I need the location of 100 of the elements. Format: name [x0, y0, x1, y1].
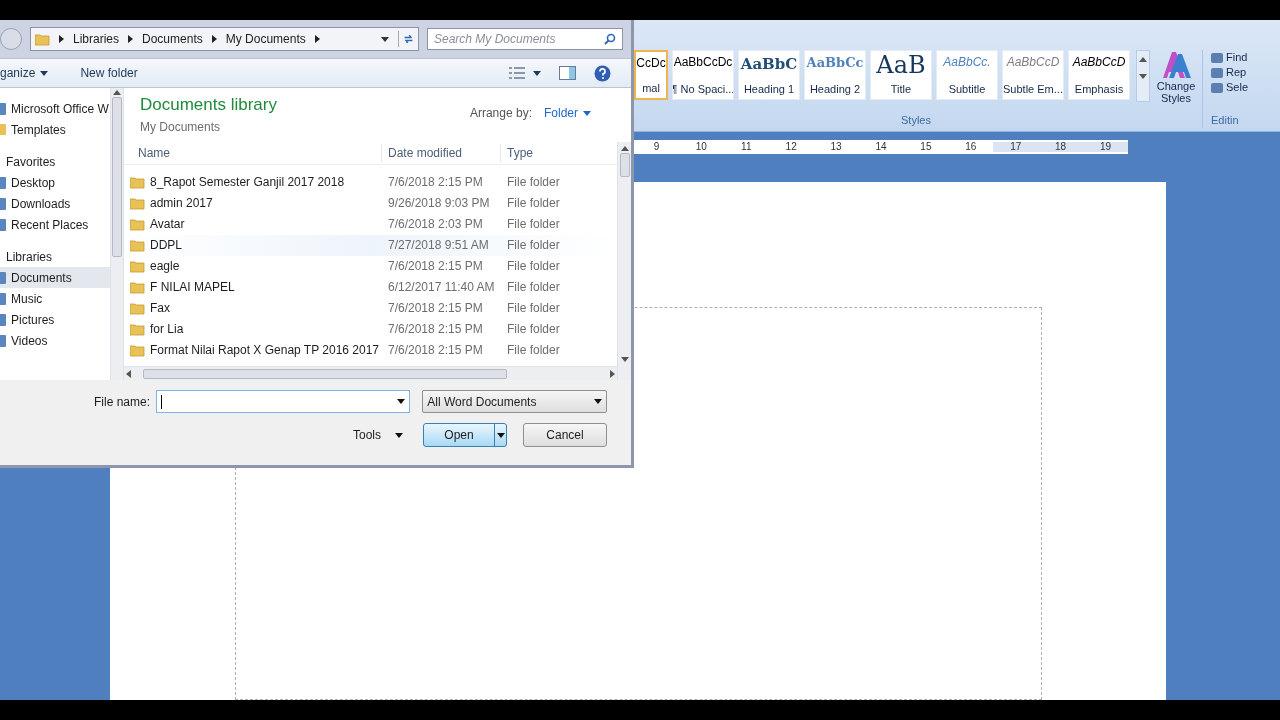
scrollbar-thumb[interactable]	[619, 152, 630, 177]
ruler-number: 18	[1038, 142, 1084, 152]
help-icon[interactable]	[594, 64, 611, 82]
style-gallery-item[interactable]: AaBbCc Heading 2	[804, 50, 866, 100]
style-preview: AaBbCc.	[943, 54, 991, 71]
column-header[interactable]: Type	[501, 143, 533, 162]
dropdown-icon	[381, 36, 389, 42]
folder-icon	[35, 32, 50, 46]
nav-item[interactable]: Documents	[0, 267, 110, 288]
caret-icon	[583, 110, 591, 116]
folder-icon	[130, 196, 145, 210]
open-button[interactable]: Open	[423, 423, 507, 447]
file-row[interactable]: F NILAI MAPEL 6/12/2017 11:40 AM File folder	[124, 276, 617, 298]
scroll-down-icon[interactable]	[620, 357, 629, 362]
tools-button[interactable]: Tools	[353, 426, 403, 444]
caret-icon	[40, 70, 49, 76]
nav-section[interactable]: Favorites	[0, 151, 110, 172]
file-type: File folder	[506, 237, 560, 254]
file-row[interactable]: for Lia 7/6/2018 2:15 PM File folder	[124, 318, 617, 340]
style-gallery-item[interactable]: AaB Title	[870, 50, 932, 100]
file-name: Format Nilai Rapot X Genap TP 2016 2017	[150, 342, 380, 359]
file-date: 7/27/2018 9:51 AM	[387, 237, 490, 254]
breadcrumb[interactable]: Libraries	[73, 30, 120, 48]
editing-command[interactable]: Rep	[1211, 65, 1249, 80]
file-type: File folder	[506, 342, 560, 359]
preview-pane-icon[interactable]	[559, 66, 576, 80]
column-header[interactable]: Date modified	[382, 143, 501, 162]
caret-icon	[496, 432, 505, 438]
scroll-up-icon[interactable]	[1139, 57, 1147, 62]
style-gallery-item[interactable]: AaBbCcD Subtle Em...	[1002, 50, 1064, 100]
file-row[interactable]: Avatar 7/6/2018 2:03 PM File folder	[124, 213, 617, 235]
scroll-down-icon[interactable]	[1139, 74, 1147, 79]
address-bar[interactable]: Libraries Documents My Documents	[30, 27, 419, 51]
command-icon	[1211, 82, 1223, 93]
style-gallery-item[interactable]: CcDc mal	[634, 50, 668, 100]
file-date: 7/6/2018 2:15 PM	[387, 321, 484, 338]
scrollbar-thumb[interactable]	[112, 97, 122, 257]
folder-icon	[130, 343, 145, 357]
editing-command[interactable]: Find	[1211, 50, 1249, 65]
nav-section[interactable]: Libraries	[0, 246, 110, 267]
file-row[interactable]: 8_Rapot Semester Ganjil 2017 2018 7/6/2018 2:15 PM File folder	[124, 171, 617, 193]
nav-item[interactable]: Microsoft Office W	[0, 98, 110, 119]
chevron-icon	[314, 35, 320, 43]
column-header[interactable]: Name	[124, 143, 382, 162]
file-name-label: File name:	[94, 393, 151, 411]
file-name-field[interactable]	[156, 390, 411, 413]
nav-item[interactable]: Downloads	[0, 193, 110, 214]
file-date: 9/26/2018 9:03 PM	[387, 195, 491, 212]
file-name: Fax	[150, 300, 170, 317]
folder-icon	[130, 175, 145, 189]
style-preview: CcDc	[636, 55, 666, 72]
vertical-scrollbar[interactable]	[617, 141, 631, 380]
chevron-icon	[59, 35, 64, 43]
cancel-button[interactable]: Cancel	[523, 423, 607, 447]
organize-button[interactable]: ganize	[0, 64, 57, 82]
search-field[interactable]: Search My Documents	[427, 28, 623, 50]
file-date: 7/6/2018 2:15 PM	[387, 174, 484, 191]
scroll-left-icon[interactable]	[126, 369, 131, 378]
arrange-dropdown[interactable]: Folder	[544, 104, 591, 122]
file-row[interactable]: Format Nilai Rapot X Genap TP 2016 2017 7/6/2018 2:15 PM File folder	[124, 339, 617, 361]
new-folder-button[interactable]: New folder	[80, 64, 138, 82]
file-name: DDPL	[150, 237, 182, 254]
style-preview: AaBbCcDc	[673, 54, 733, 71]
style-gallery-item[interactable]: AaBbCcD Emphasis	[1068, 50, 1130, 100]
breadcrumb[interactable]: Documents	[142, 30, 203, 48]
folder-icon	[130, 238, 145, 252]
horizontal-scrollbar[interactable]	[124, 366, 617, 380]
file-type: File folder	[506, 216, 560, 233]
ruler-number: 13	[829, 142, 843, 152]
file-row[interactable]: Fax 7/6/2018 2:15 PM File folder	[124, 297, 617, 319]
scroll-up-icon[interactable]	[113, 90, 121, 95]
nav-item[interactable]: Desktop	[0, 172, 110, 193]
file-row[interactable]: eagle 7/6/2018 2:15 PM File folder	[124, 255, 617, 277]
file-date: 7/6/2018 2:03 PM	[387, 216, 484, 233]
nav-item[interactable]: Videos	[0, 330, 110, 351]
nav-item[interactable]: Recent Places	[0, 214, 110, 235]
file-name: F NILAI MAPEL	[150, 279, 235, 296]
nav-scrollbar[interactable]	[110, 88, 124, 380]
change-styles-button[interactable]: Change Styles	[1154, 50, 1198, 104]
editing-command[interactable]: Sele	[1211, 80, 1249, 95]
breadcrumb[interactable]: My Documents	[225, 30, 306, 48]
file-name: eagle	[150, 258, 180, 275]
caret-icon	[395, 432, 403, 438]
nav-item[interactable]: Music	[0, 288, 110, 309]
file-name: 8_Rapot Semester Ganjil 2017 2018	[150, 174, 345, 191]
nav-item[interactable]: Templates	[0, 119, 110, 140]
style-gallery-item[interactable]: AaBbCc. Subtitle	[936, 50, 998, 100]
scroll-right-icon[interactable]	[610, 369, 615, 378]
style-label: Heading 2	[809, 81, 861, 97]
file-type-dropdown[interactable]: All Word Documents	[422, 390, 607, 413]
file-row[interactable]: admin 2017 9/26/2018 9:03 PM File folder	[124, 192, 617, 214]
scrollbar-thumb[interactable]	[143, 368, 507, 379]
view-icon[interactable]	[509, 67, 541, 79]
ruler-number: 10	[694, 142, 708, 152]
library-subtitle: My Documents	[140, 118, 222, 136]
refresh-icon[interactable]	[398, 31, 414, 47]
nav-item[interactable]: Pictures	[0, 309, 110, 330]
folder-icon	[130, 301, 145, 315]
folder-icon	[130, 322, 145, 336]
style-gallery-item[interactable]: AaBbC Heading 1	[738, 50, 800, 100]
